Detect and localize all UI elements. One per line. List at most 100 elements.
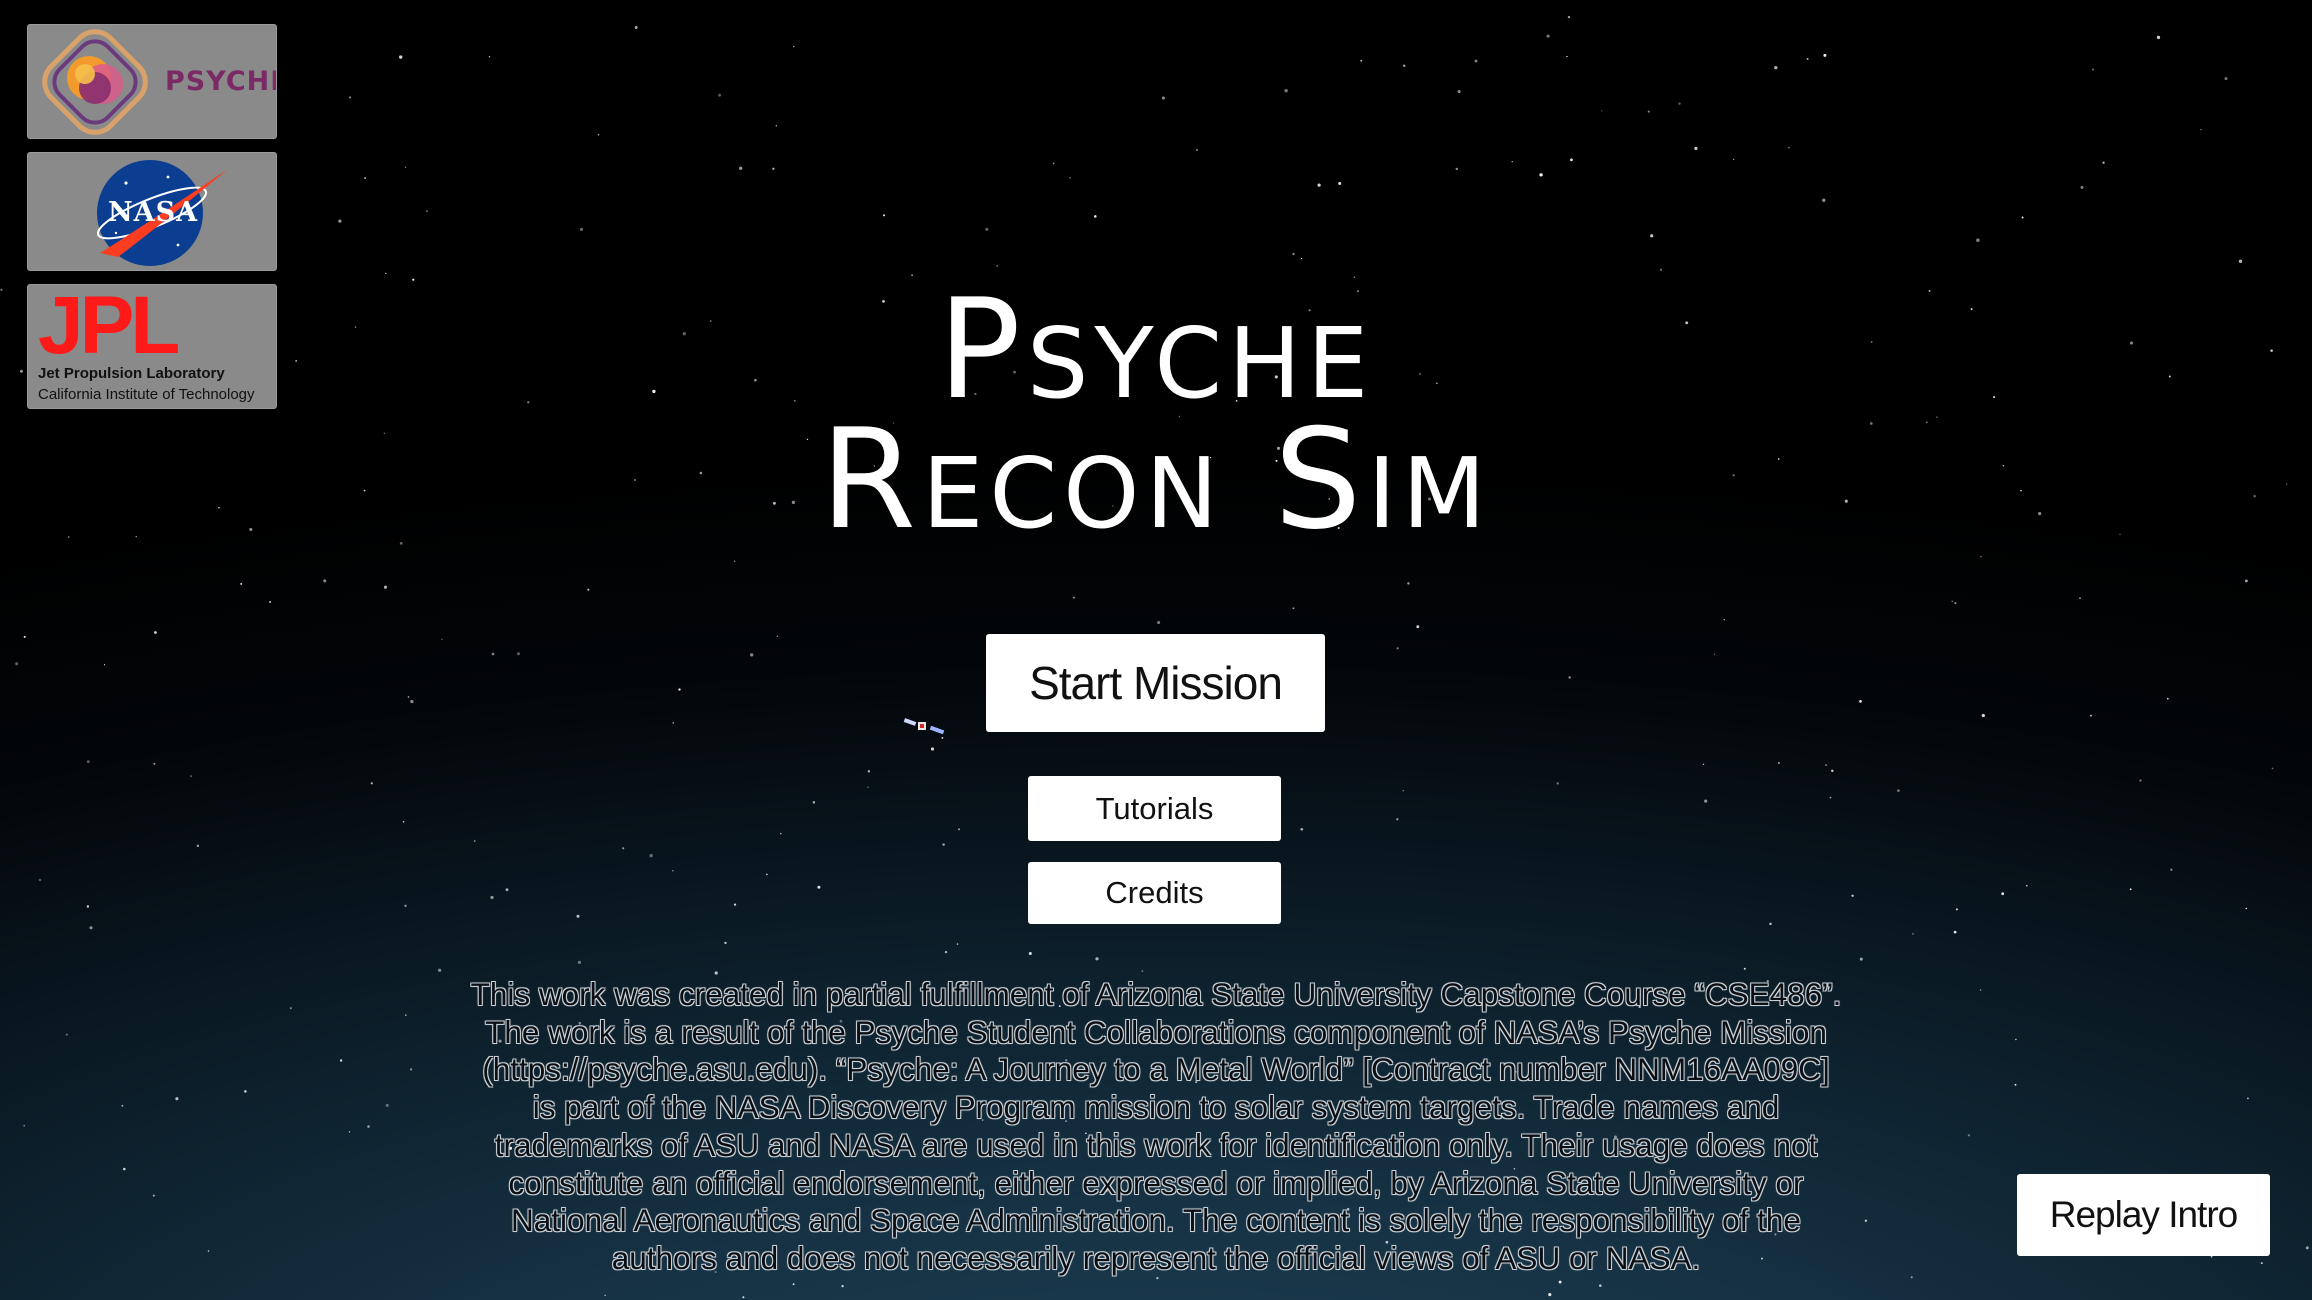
star: [1822, 198, 1826, 202]
game-title-line-1: Psyche: [937, 269, 1375, 430]
tutorials-button[interactable]: Tutorials: [1028, 776, 1281, 841]
star: [1869, 422, 1873, 425]
star: [1844, 499, 1848, 503]
star: [2020, 489, 2022, 492]
star: [190, 775, 192, 777]
star: [2102, 161, 2105, 164]
star: [407, 696, 410, 698]
disclaimer-line: is part of the NASA Discovery Program mi…: [532, 1089, 1780, 1126]
star: [1704, 799, 1708, 803]
star: [517, 652, 520, 656]
star: [724, 941, 727, 945]
star: [958, 828, 960, 831]
star: [1723, 618, 1726, 621]
disclaimer-line: authors and does not necessarily represe…: [611, 1239, 1701, 1276]
star: [207, 1250, 210, 1252]
star: [425, 209, 429, 213]
star: [399, 55, 403, 59]
star: [1567, 15, 1571, 19]
star: [1976, 238, 1980, 242]
replay-intro-button[interactable]: Replay Intro: [2017, 1174, 2270, 1256]
credits-button[interactable]: Credits: [1028, 862, 1281, 924]
psyche-logo: PSYCHE: [27, 24, 277, 139]
star: [1094, 215, 1097, 218]
star: [1292, 607, 1295, 610]
star: [2021, 216, 2024, 219]
star: [367, 1125, 370, 1128]
star: [2238, 259, 2243, 263]
star: [527, 401, 530, 404]
star: [622, 847, 625, 850]
jpl-logo-name: Jet Propulsion Laboratory: [38, 365, 225, 382]
star: [576, 914, 580, 918]
star: [1788, 146, 1790, 149]
star: [1407, 582, 1410, 585]
star: [2245, 907, 2248, 910]
star: [1284, 89, 1288, 93]
star: [1073, 596, 1075, 599]
star: [67, 536, 70, 538]
star: [122, 1167, 126, 1171]
star: [2002, 464, 2005, 467]
star: [1678, 102, 1681, 105]
star: [1396, 647, 1399, 650]
disclaimer-line: constitute an official endorsement, eith…: [508, 1164, 1804, 1201]
star: [587, 588, 590, 591]
star: [1317, 183, 1321, 187]
star: [1650, 234, 1654, 238]
star: [634, 25, 638, 29]
star: [597, 134, 600, 136]
jpl-logo: JPL Jet Propulsion Laboratory California…: [27, 284, 277, 409]
star: [1897, 789, 1900, 792]
star: [671, 869, 674, 872]
star: [153, 762, 156, 765]
star: [1570, 158, 1573, 162]
star: [1457, 90, 1461, 94]
star: [1292, 252, 1295, 255]
star: [1829, 796, 1832, 799]
star: [65, 1033, 68, 1036]
star: [1831, 769, 1834, 773]
star: [956, 943, 959, 945]
spacecraft-icon: [903, 718, 945, 735]
star: [649, 853, 653, 858]
start-mission-button[interactable]: Start Mission: [986, 634, 1325, 732]
disclaimer-line: This work was created in partial fulfill…: [470, 976, 1842, 1012]
star: [385, 272, 387, 275]
star: [1954, 602, 1957, 605]
star: [152, 1194, 155, 1197]
star: [1910, 1276, 1913, 1279]
star: [154, 631, 157, 634]
star: [1870, 341, 1873, 343]
star: [1338, 182, 1342, 185]
star: [2244, 579, 2248, 583]
game-title: Psyche Recon Sim: [556, 269, 1756, 549]
star: [733, 903, 737, 906]
star: [295, 359, 298, 362]
star: [23, 635, 26, 638]
star: [370, 782, 373, 785]
star: [38, 878, 42, 882]
star: [714, 971, 718, 975]
psyche-logo-label: PSYCHE: [165, 66, 276, 97]
star: [750, 653, 754, 657]
star: [911, 274, 913, 277]
star: [776, 635, 779, 637]
jpl-logo-affiliation: California Institute of Technology: [38, 386, 255, 403]
star: [1647, 110, 1650, 113]
star: [2285, 483, 2288, 485]
star: [944, 950, 948, 954]
star: [2079, 597, 2081, 599]
star: [1141, 970, 1144, 972]
star: [996, 265, 998, 267]
star: [841, 1284, 844, 1288]
star: [438, 968, 442, 972]
star: [86, 760, 90, 763]
star: [196, 844, 200, 848]
disclaimer-text: This work was created in partial fulfill…: [420, 976, 1892, 1278]
star: [1823, 53, 1827, 57]
star: [1777, 762, 1780, 764]
star: [269, 600, 272, 604]
star: [412, 278, 415, 281]
star: [249, 528, 253, 531]
